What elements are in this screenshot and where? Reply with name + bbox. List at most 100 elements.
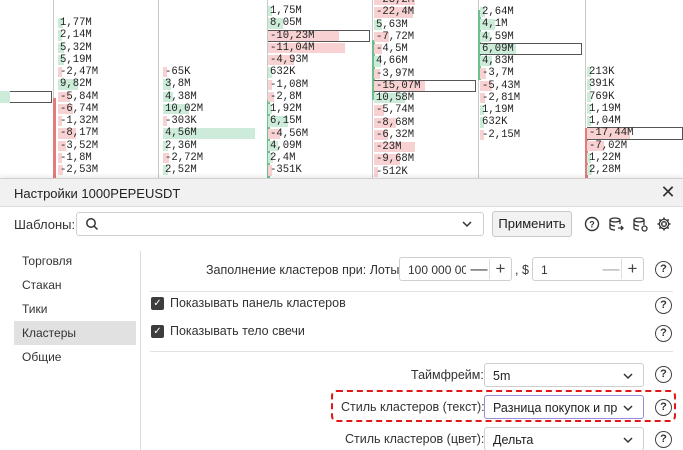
close-icon[interactable]: ✕ (659, 183, 677, 201)
sidebar-item-general[interactable]: Общие (14, 345, 136, 369)
cluster-value: -10,23M (270, 29, 315, 42)
cluster-cell: -15,07M (374, 79, 476, 92)
database-save-icon[interactable] (632, 216, 648, 232)
cluster-cell: 10,02M (163, 103, 265, 115)
cluster-cell: -5,74M (374, 104, 476, 116)
help-icon[interactable]: ? (655, 366, 672, 383)
cluster-value: 4,1M (482, 18, 508, 31)
cluster-value: -17,44M (589, 127, 634, 140)
gear-icon[interactable] (656, 216, 672, 232)
cluster-cell: -10,23M (268, 29, 370, 42)
cluster-value: -4,93M (270, 54, 309, 66)
cluster-column: -23,2M -22,4M 5,63M -7,72M -4,5M 4,66M -3,97M -… (374, 0, 476, 178)
dollar-value: 1 (541, 263, 548, 277)
templates-select[interactable] (76, 212, 484, 236)
cluster-column: 2,64M 4,1M 4,59M 6,09M 4,83M -3,7M -5,43M -2,81… (480, 6, 582, 141)
cluster-cell: 2,14M (58, 29, 156, 41)
app-root: 1,77M 2,14M 5,32M 5,19M -2,47M 9,82M -5,84M -6,… (0, 0, 683, 450)
search-icon (86, 218, 99, 231)
cluster-value: 2,64M (482, 6, 514, 18)
sidebar-item-trading[interactable]: Торговля (14, 249, 136, 273)
style-text-select[interactable]: Разница покупок и пр (484, 395, 644, 419)
lots-increment-button[interactable]: + (489, 259, 511, 279)
cluster-cell: -3,7M (480, 67, 582, 79)
help-icon[interactable]: ? (655, 399, 672, 416)
cluster-value: -4,56M (270, 127, 309, 140)
show-body-label: Показывать тело свечи (170, 324, 305, 338)
fill-clusters-label: Заполнение кластеров при: Лоты (206, 263, 400, 277)
lots-stepper[interactable]: 100 000 000 — + (399, 257, 512, 281)
cluster-chart[interactable]: 1,77M 2,14M 5,32M 5,19M -2,47M 9,82M -5,84M -6,… (0, 0, 683, 178)
help-icon[interactable]: ? (655, 297, 672, 314)
cluster-value: 2,28M (589, 164, 621, 176)
cluster-cell: 5,19M (58, 54, 156, 66)
lots-decrement-button[interactable]: — (468, 259, 490, 279)
help-icon[interactable]: ? (655, 325, 672, 342)
cluster-value: -3,97M (376, 67, 415, 80)
cluster-value: 1,04M (589, 115, 621, 127)
cluster-column: -65K 3,8M 4,38M 10,02M -303K 4,56M 2,36M -2,72M… (163, 66, 265, 176)
cluster-value: 2,36M (165, 139, 197, 152)
cluster-cell: -512K (374, 166, 476, 178)
cluster-value: -2,8M (270, 90, 302, 103)
chevron-down-icon (623, 405, 633, 412)
cluster-cell: 1,04M (587, 115, 683, 127)
cluster-cell: 9,82M (58, 78, 156, 90)
lots-value: 100 000 000 (408, 263, 466, 277)
timeframe-select[interactable]: 5m (484, 363, 644, 387)
cluster-cell: -3,97M (374, 68, 476, 80)
sidebar-item-ticks[interactable]: Тики (14, 297, 136, 321)
cluster-value: -351K (270, 164, 302, 177)
chevron-down-icon (623, 373, 633, 380)
cluster-cell: -23M (374, 141, 476, 153)
cluster-value: 4,09M (270, 139, 302, 152)
cluster-cell: 1,92M (268, 103, 370, 115)
cluster-value: -5,43M (482, 79, 521, 92)
chevron-down-icon (462, 221, 472, 228)
cluster-value: -1,08M (270, 78, 309, 91)
cluster-value: 3,8M (165, 78, 191, 91)
cluster-cell: 6,09M (480, 42, 582, 55)
cluster-value: 5,19M (60, 53, 92, 66)
cluster-cell: 4,83M (480, 55, 582, 67)
cluster-cell: -6,74M (58, 103, 156, 115)
cluster-cell: -4,93M (268, 54, 370, 66)
help-icon[interactable]: ? (655, 261, 672, 278)
cluster-cell: -351K (268, 164, 370, 176)
cluster-cell: 632K (480, 116, 582, 128)
cluster-cell: -8,68M (374, 117, 476, 129)
cluster-cell: 1,22M (587, 152, 683, 164)
cluster-value: -11,04M (270, 41, 315, 54)
cluster-cell: 213K (587, 66, 683, 78)
sidebar-item-orderbook[interactable]: Стакан (14, 273, 136, 297)
cluster-cell: 632K (268, 66, 370, 78)
timeframe-label: Таймфрейм: (411, 368, 484, 382)
style-text-value: Разница покупок и пр (493, 401, 618, 415)
cluster-value: -15,07M (376, 79, 421, 92)
dollar-stepper[interactable]: 1 — + (532, 257, 644, 281)
cluster-value: -512K (376, 165, 408, 178)
cluster-cell: -7,72M (374, 31, 476, 43)
cluster-cell: -17,44M (587, 127, 683, 140)
sidebar-item-clusters[interactable]: Кластеры (14, 321, 136, 345)
show-body-checkbox[interactable]: ✓ (151, 325, 164, 338)
help-icon[interactable]: ? (584, 216, 600, 232)
database-export-icon[interactable] (608, 216, 624, 232)
cluster-value: -6,74M (60, 102, 99, 115)
cluster-value: 9,82M (60, 78, 92, 91)
cluster-value: -1,32M (60, 115, 99, 127)
cluster-column: 1,77M 2,14M 5,32M 5,19M -2,47M 9,82M -5,84M -6,… (58, 17, 156, 176)
style-color-select[interactable]: Дельта (484, 427, 644, 450)
cluster-value: 1,19M (482, 104, 514, 116)
cluster-cell: 4,56M (163, 127, 265, 139)
dollar-increment-button[interactable]: + (621, 259, 643, 279)
cluster-value: 8,05M (270, 17, 302, 30)
help-icon[interactable]: ? (655, 431, 672, 448)
dollar-decrement-button[interactable]: — (600, 259, 622, 279)
cluster-value: 5,63M (376, 18, 408, 31)
apply-button[interactable]: Применить (492, 211, 572, 237)
cluster-cell: 2,36M (163, 140, 265, 152)
show-panel-checkbox[interactable]: ✓ (151, 297, 164, 310)
cluster-cell: 2,52M (163, 164, 265, 176)
cluster-value: 1,77M (60, 17, 92, 29)
